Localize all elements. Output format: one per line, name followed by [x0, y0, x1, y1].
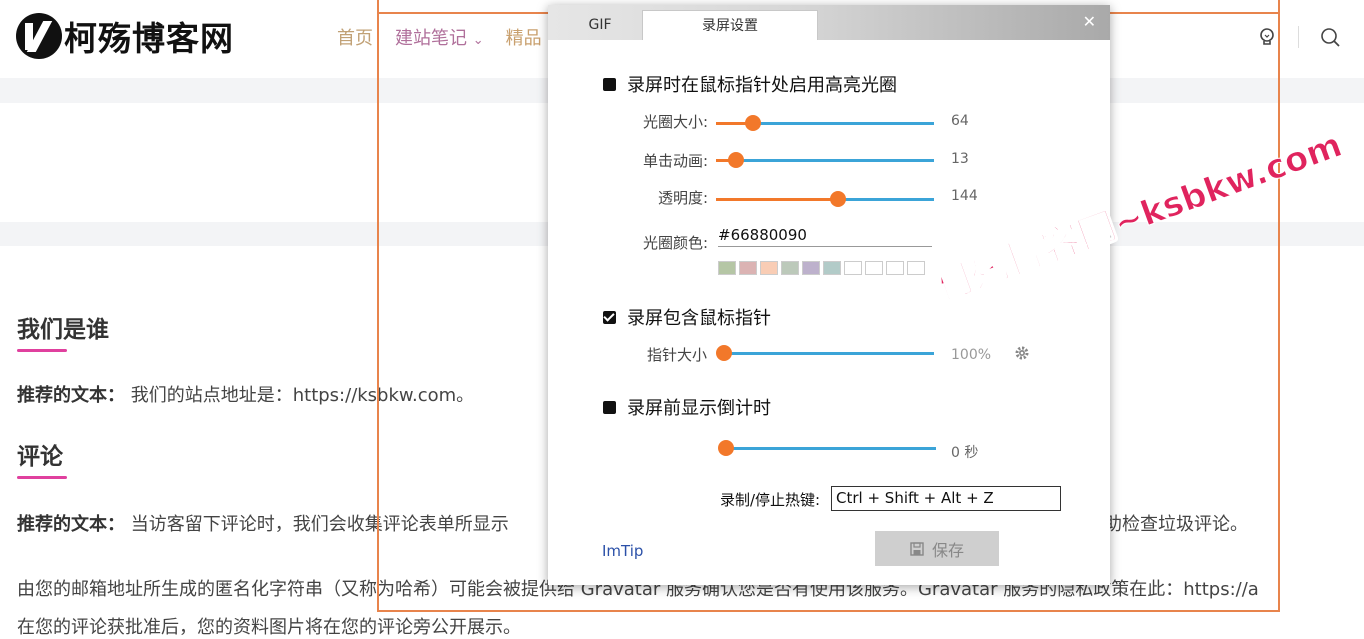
- countdown-slider[interactable]: [718, 440, 936, 456]
- pointer-size-value: 100%: [951, 347, 992, 363]
- pointer-size-slider[interactable]: [716, 345, 934, 361]
- save-label: 保存: [931, 540, 964, 560]
- click-animation-value: 13: [951, 151, 969, 167]
- imtip-link[interactable]: ImTip: [602, 542, 643, 560]
- header-divider: [1298, 26, 1299, 48]
- circle-color-input[interactable]: #66880090: [718, 226, 932, 247]
- countdown-value: 0 秒: [951, 445, 979, 461]
- color-swatch[interactable]: [823, 261, 841, 275]
- circle-size-value: 64: [951, 113, 969, 129]
- gear-icon[interactable]: [1014, 345, 1030, 361]
- section-title-who: 我们是谁: [17, 310, 109, 352]
- countdown-checkbox-row[interactable]: 录屏前显示倒计时: [603, 394, 771, 420]
- recording-settings-dialog: GIF 录屏设置 ✕ 录屏时在鼠标指针处启用高亮光圈 光圈大小: 64 单击动画…: [548, 5, 1110, 585]
- highlight-label: 录屏时在鼠标指针处启用高亮光圈: [627, 75, 897, 96]
- search-icon[interactable]: [1319, 26, 1341, 48]
- close-icon[interactable]: ✕: [1083, 12, 1096, 31]
- click-animation-label: 单击动画:: [642, 152, 708, 170]
- pointer-size-label: 指针大小: [646, 346, 707, 364]
- color-swatch[interactable]: [844, 261, 862, 275]
- circle-size-slider[interactable]: [716, 115, 934, 131]
- slider-thumb[interactable]: [716, 345, 732, 361]
- logo-text: 柯殇博客网: [64, 19, 234, 58]
- color-swatches: [718, 261, 925, 275]
- site-logo[interactable]: 柯殇博客网: [16, 12, 234, 60]
- hotkey-input[interactable]: Ctrl + Shift + Alt + Z: [831, 486, 1061, 511]
- click-animation-slider[interactable]: [716, 152, 934, 168]
- color-swatch[interactable]: [886, 261, 904, 275]
- slider-thumb[interactable]: [727, 152, 744, 168]
- opacity-slider[interactable]: [716, 191, 934, 207]
- include-cursor-checkbox[interactable]: [603, 310, 616, 324]
- color-swatch[interactable]: [907, 261, 925, 275]
- paragraph-avatar: 在您的评论获批准后，您的资料图片将在您的评论旁公开展示。: [17, 617, 521, 638]
- slider-thumb[interactable]: [745, 115, 762, 131]
- include-cursor-label: 录屏包含鼠标指针: [627, 308, 771, 329]
- color-swatch[interactable]: [802, 261, 820, 275]
- opacity-value: 144: [951, 188, 978, 204]
- color-swatch[interactable]: [865, 261, 883, 275]
- hotkey-label: 录制/停止热键:: [720, 491, 821, 509]
- opacity-label: 透明度:: [657, 189, 708, 207]
- countdown-label: 录屏前显示倒计时: [627, 398, 771, 419]
- section-title-comments: 评论: [17, 437, 67, 479]
- tab-gif[interactable]: GIF: [560, 10, 640, 40]
- dialog-titlebar: GIF 录屏设置 ✕: [548, 5, 1110, 40]
- color-swatch[interactable]: [718, 261, 736, 275]
- color-swatch[interactable]: [739, 261, 757, 275]
- save-button[interactable]: 保存: [875, 531, 999, 566]
- tab-record-settings[interactable]: 录屏设置: [642, 10, 818, 40]
- save-icon: [910, 541, 924, 556]
- slider-thumb[interactable]: [718, 440, 734, 456]
- highlight-checkbox-row[interactable]: 录屏时在鼠标指针处启用高亮光圈: [603, 71, 897, 97]
- nav-item-home[interactable]: 首页: [337, 24, 373, 50]
- circle-size-label: 光圈大小:: [642, 113, 708, 131]
- color-swatch[interactable]: [760, 261, 778, 275]
- highlight-checkbox[interactable]: [603, 77, 616, 91]
- include-cursor-checkbox-row[interactable]: 录屏包含鼠标指针: [603, 304, 771, 330]
- color-swatch[interactable]: [781, 261, 799, 275]
- circle-color-label: 光圈颜色:: [642, 234, 708, 252]
- countdown-checkbox[interactable]: [603, 400, 616, 414]
- logo-icon: [16, 13, 62, 59]
- slider-thumb[interactable]: [830, 191, 847, 207]
